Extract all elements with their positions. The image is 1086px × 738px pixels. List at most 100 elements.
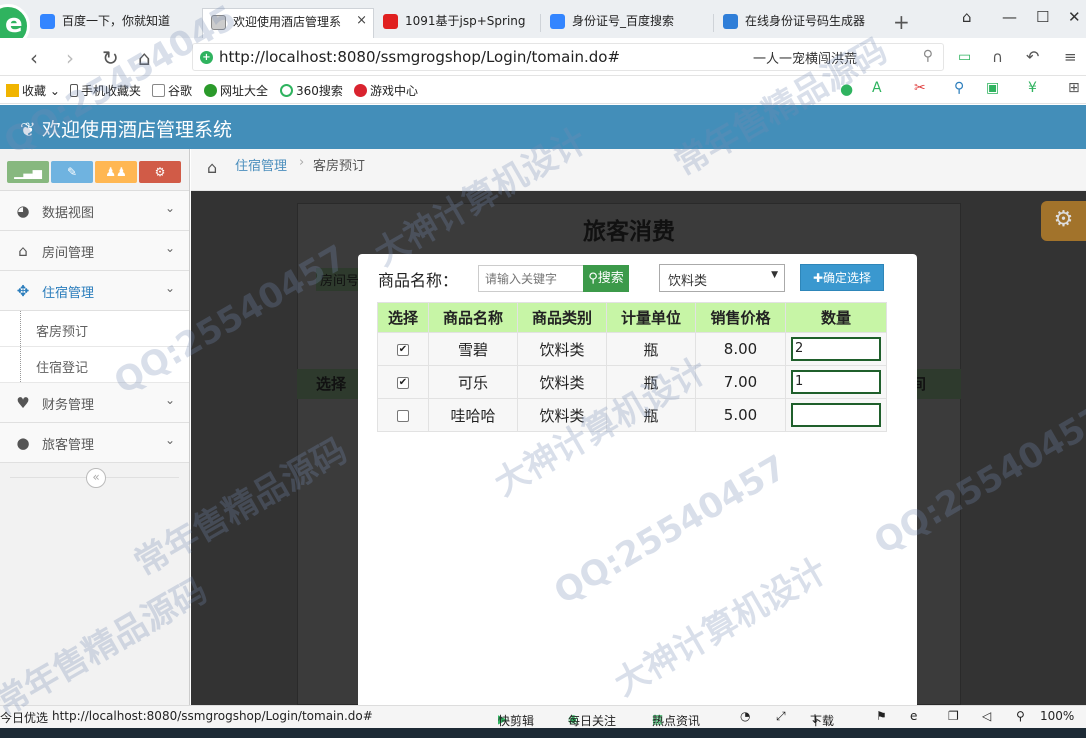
close-tab-icon[interactable]: × bbox=[356, 13, 367, 28]
new-tab-button[interactable]: + bbox=[893, 10, 910, 34]
speed-icon[interactable]: ◔ bbox=[740, 709, 750, 723]
menu-icon[interactable]: ≡ bbox=[1064, 48, 1077, 66]
category-select[interactable]: 饮料类 ▼ bbox=[659, 264, 785, 292]
flag-status-icon[interactable]: ⚑ bbox=[876, 709, 887, 723]
headphone-icon[interactable]: ∩ bbox=[992, 48, 1003, 66]
sidebar-subitem-room-booking[interactable]: 客房预订 bbox=[0, 311, 189, 347]
quantity-input[interactable] bbox=[791, 403, 881, 427]
select-column-header: 选择 bbox=[316, 375, 347, 393]
page-icon bbox=[211, 15, 226, 30]
reload-icon[interactable]: ↻ bbox=[102, 46, 119, 70]
product-name: 哇哈哈 bbox=[428, 398, 518, 432]
settings-shortcut-button[interactable]: ⚙ bbox=[139, 161, 181, 183]
product-select-modal: 商品名称： ⚲搜索 饮料类 ▼ ✚确定选择 选择 商品名称 商品类别 计量单位 … bbox=[358, 254, 917, 706]
product-price: 8.00 bbox=[695, 332, 786, 366]
bookmark-navigation[interactable]: 网址大全 bbox=[204, 82, 268, 99]
share-icon[interactable]: ⤢ bbox=[776, 709, 786, 724]
maximize-icon[interactable]: ☐ bbox=[1036, 8, 1049, 26]
zoom-level[interactable]: 100% bbox=[1040, 709, 1074, 723]
chevron-down-icon: ⌄ bbox=[164, 393, 175, 407]
page-title: 旅客消费 bbox=[583, 219, 675, 245]
app-header: ❦ 欢迎使用酒店管理系统 bbox=[0, 105, 1086, 149]
settings-gear-button[interactable]: ⚙ bbox=[1041, 201, 1086, 241]
tab-baidu[interactable]: 百度一下，你就知道 bbox=[32, 8, 200, 38]
bookmark-360-search[interactable]: 360搜索 bbox=[280, 82, 343, 99]
row-checkbox[interactable]: ✔ bbox=[397, 343, 409, 356]
sidebar-item-data-view[interactable]: ◕ 数据视图 ⌄ bbox=[0, 191, 189, 231]
search-suggestion[interactable]: 一人一宠横闯洪荒 bbox=[753, 48, 857, 67]
home-icon[interactable]: ⌂ bbox=[207, 158, 217, 177]
sidebar-item-finance[interactable]: ♥ 财务管理 ⌄ bbox=[0, 383, 189, 423]
row-checkbox[interactable]: ✔ bbox=[397, 376, 409, 389]
magnifier-icon[interactable]: ⚲ bbox=[954, 80, 964, 96]
tab-id-search[interactable]: 身份证号_百度搜索 bbox=[542, 8, 710, 38]
tab-hotel-system[interactable]: 欢迎使用酒店管理系 × bbox=[202, 8, 374, 38]
tab-jsp-spring[interactable]: 1091基于jsp+Spring bbox=[375, 8, 535, 38]
ie-icon[interactable]: e bbox=[910, 709, 917, 723]
keyword-search-input[interactable] bbox=[478, 265, 586, 292]
site-icon bbox=[723, 14, 738, 29]
forward-icon[interactable]: › bbox=[66, 46, 74, 70]
quantity-input[interactable]: 1 bbox=[791, 370, 881, 394]
coin-icon[interactable]: ¥ bbox=[1028, 80, 1037, 96]
product-category: 饮料类 bbox=[517, 365, 607, 399]
search-button[interactable]: ⚲搜索 bbox=[583, 265, 629, 292]
window-icon[interactable]: ❐ bbox=[948, 709, 959, 723]
search-icon[interactable]: ⚲ bbox=[923, 48, 933, 64]
skin-icon[interactable]: ⌂ bbox=[962, 8, 972, 26]
column-header: 销售价格 bbox=[695, 302, 786, 333]
stats-shortcut-button[interactable]: ▁▃▅ bbox=[7, 161, 49, 183]
undo-icon[interactable]: ↶ bbox=[1026, 47, 1039, 66]
bookmark-favorites[interactable]: 收藏 ⌄ bbox=[6, 82, 60, 99]
scissors-icon[interactable]: ✂ bbox=[914, 80, 926, 96]
apps-grid-icon[interactable]: ⊞ bbox=[1068, 80, 1080, 96]
sidebar-item-stay-management[interactable]: ✥ 住宿管理 ⌄ bbox=[0, 271, 189, 311]
gear-icon: ⚙ bbox=[1053, 207, 1074, 232]
browser-status-bar: 今日优选 http://localhost:8080/ssmgrogshop/L… bbox=[0, 705, 1086, 728]
product-unit: 瓶 bbox=[606, 332, 696, 366]
dashboard-icon: ◕ bbox=[16, 202, 30, 220]
product-name: 可乐 bbox=[428, 365, 518, 399]
wechat-icon[interactable]: ● bbox=[840, 80, 853, 98]
product-name: 雪碧 bbox=[428, 332, 518, 366]
sidebar-subitem-check-in[interactable]: 住宿登记 bbox=[0, 347, 189, 383]
tab-id-generator[interactable]: 在线身份证号码生成器 bbox=[715, 8, 881, 38]
bookmark-mobile[interactable]: 手机收藏夹 bbox=[70, 82, 141, 99]
chevron-down-icon: ⌄ bbox=[164, 433, 175, 447]
group-shortcut-button[interactable]: ♟♟ bbox=[95, 161, 137, 183]
table-row: ✔ 可乐 饮料类 瓶 7.00 1 bbox=[377, 365, 887, 399]
column-header: 商品名称 bbox=[428, 302, 518, 333]
sidebar-collapse: « bbox=[0, 463, 189, 493]
zoom-icon[interactable]: ⚲ bbox=[1016, 709, 1025, 723]
chevron-down-icon: ⌄ bbox=[164, 241, 175, 255]
minimize-icon[interactable]: — bbox=[1002, 8, 1017, 26]
battery-icon[interactable]: ▭ bbox=[958, 49, 971, 65]
volume-icon[interactable]: ◁ bbox=[982, 709, 991, 723]
row-checkbox[interactable] bbox=[397, 409, 409, 422]
flag-icon bbox=[383, 14, 398, 29]
baidu-icon bbox=[40, 14, 55, 29]
translate-icon[interactable]: A bbox=[872, 80, 882, 96]
column-header: 选择 bbox=[377, 302, 429, 333]
home-icon[interactable]: ⌂ bbox=[138, 46, 151, 70]
daily-picks-link[interactable]: 今日优选 bbox=[0, 709, 48, 726]
url-field[interactable]: + http://localhost:8080/ssmgrogshop/Logi… bbox=[192, 43, 944, 71]
bookmark-game-center[interactable]: 游戏中心 bbox=[354, 82, 418, 99]
bookmark-google[interactable]: 谷歌 bbox=[152, 82, 192, 99]
edit-shortcut-button[interactable]: ✎ bbox=[51, 161, 93, 183]
close-window-icon[interactable]: ✕ bbox=[1068, 8, 1081, 26]
sidebar-item-room-management[interactable]: ⌂ 房间管理 ⌄ bbox=[0, 231, 189, 271]
status-url: http://localhost:8080/ssmgrogshop/Login/… bbox=[52, 709, 373, 723]
product-unit: 瓶 bbox=[606, 365, 696, 399]
quantity-input[interactable]: 2 bbox=[791, 337, 881, 361]
breadcrumb-current: 客房预订 bbox=[313, 159, 366, 174]
confirm-selection-button[interactable]: ✚确定选择 bbox=[800, 264, 884, 291]
back-icon[interactable]: ‹ bbox=[30, 46, 38, 70]
collapse-sidebar-button[interactable]: « bbox=[86, 468, 106, 488]
plus-icon: ✚ bbox=[812, 271, 824, 285]
sidebar-item-guest-management[interactable]: ● 旅客管理 ⌄ bbox=[0, 423, 189, 463]
breadcrumb-stay-management[interactable]: 住宿管理 bbox=[235, 155, 287, 174]
app-title: ❦ 欢迎使用酒店管理系统 bbox=[20, 119, 232, 141]
gamepad-icon[interactable]: ▣ bbox=[986, 80, 999, 96]
product-name-label: 商品名称： bbox=[378, 271, 459, 290]
